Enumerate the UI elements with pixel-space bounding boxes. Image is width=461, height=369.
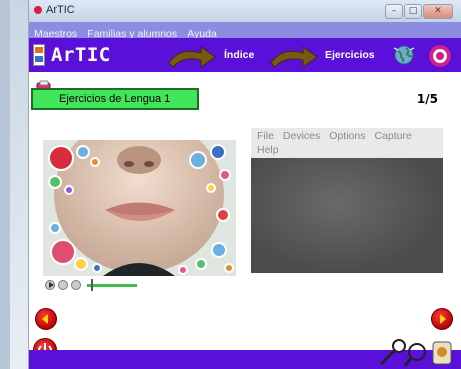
target-icon[interactable] [427,43,453,69]
logo-icon [33,44,45,66]
globe-icon[interactable] [392,44,416,66]
video-menu-capture[interactable]: Capture [374,130,411,142]
video-menu-bar: File Devices Options Capture Help [257,129,437,157]
video-capture-panel: File Devices Options Capture Help [251,128,443,273]
minimize-button[interactable]: – [385,4,403,19]
exercise-title: Ejercicios de Lengua 1 [31,88,199,110]
video-preview [251,158,443,273]
footer-bar [29,339,461,369]
artic-window: ArTIC – □ ✕ Maestros Familias y alumnos … [28,0,461,369]
playback-progress-thumb[interactable] [91,279,93,291]
maximize-button[interactable]: □ [404,4,422,19]
index-arrow-icon[interactable] [167,45,217,69]
next-button[interactable] [431,308,453,330]
menu-bar: Maestros Familias y alumnos Ayuda [29,22,461,40]
video-menu-devices[interactable]: Devices [283,130,320,142]
close-button[interactable]: ✕ [423,4,453,19]
previous-button[interactable] [35,308,57,330]
video-menu-options[interactable]: Options [329,130,365,142]
play-button[interactable] [45,280,55,290]
app-header: ArTIC Índice Ejercicios [29,38,461,72]
page-counter: 1/5 [416,92,438,106]
app-name: ArTIC [51,44,111,66]
stop-button[interactable] [58,280,68,290]
video-menu-help[interactable]: Help [257,144,279,156]
background-window-edge [0,0,28,369]
background-window-accent [0,0,10,369]
app-icon [34,6,42,14]
tools-icon[interactable] [377,336,457,368]
nav-exercises-label[interactable]: Ejercicios [325,49,375,61]
window-title: ArTIC [46,4,75,16]
video-menu-file[interactable]: File [257,130,274,142]
title-bar: ArTIC – □ ✕ [29,0,461,22]
record-button[interactable] [71,280,81,290]
main-content: Ejercicios de Lengua 1 1/5 File Devices … [29,72,461,362]
playback-progress[interactable] [87,284,137,287]
mouth-photo [43,140,236,276]
nav-index-label[interactable]: Índice [224,49,254,61]
exercises-arrow-icon[interactable] [269,45,319,69]
